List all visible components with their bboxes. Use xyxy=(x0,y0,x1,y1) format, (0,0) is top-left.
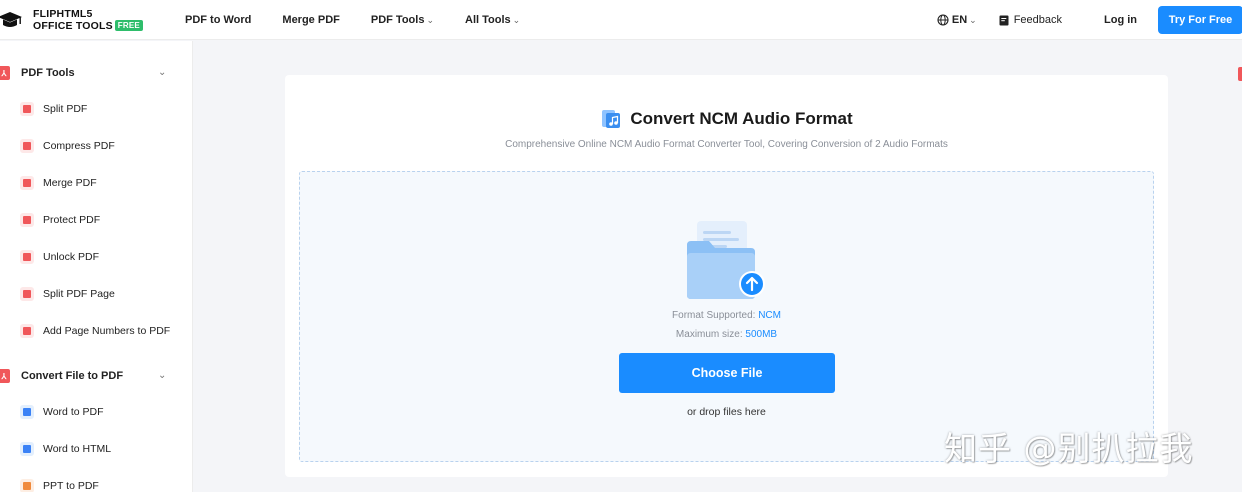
upload-folder-icon xyxy=(687,221,765,299)
logo-name: FLIPHTML5 xyxy=(33,8,93,20)
sidebar-item-split-pdf[interactable]: Split PDF xyxy=(20,99,87,119)
top-navbar: FLIPHTML5 OFFICE TOOLS FREE PDF to Word M… xyxy=(0,0,1242,40)
free-badge: FREE xyxy=(114,20,143,31)
language-label: EN xyxy=(951,14,968,26)
main-nav: PDF to Word Merge PDF PDF Tools ⌄ All Too… xyxy=(185,0,551,40)
nav-pdf-to-word[interactable]: PDF to Word xyxy=(185,14,251,26)
html-icon xyxy=(20,442,34,456)
nav-pdf-tools[interactable]: PDF Tools ⌄ xyxy=(371,14,434,26)
nav-merge-pdf[interactable]: Merge PDF xyxy=(282,14,339,26)
sidebar-section-pdf-tools[interactable]: ⅄ PDF Tools ⌄ xyxy=(0,62,193,84)
max-size-value: 500MB xyxy=(745,329,778,340)
chevron-down-icon: ⌄ xyxy=(426,15,434,25)
chevron-down-icon: ⌄ xyxy=(158,67,167,78)
page-title: Convert NCM Audio Format xyxy=(630,109,853,128)
choose-file-button[interactable]: Choose File xyxy=(619,353,835,393)
format-value: NCM xyxy=(758,310,781,321)
sidebar-section-convert-file-to-pdf[interactable]: ⅄ Convert File to PDF ⌄ xyxy=(0,365,193,387)
language-selector[interactable]: EN ⌄ xyxy=(937,14,977,26)
logo-subtitle: OFFICE TOOLS xyxy=(33,20,113,32)
chevron-down-icon: ⌄ xyxy=(969,14,977,25)
sidebar-item-unlock-pdf[interactable]: Unlock PDF xyxy=(20,247,99,267)
sidebar: ⅄ PDF Tools ⌄ Split PDF Compress PDF Mer… xyxy=(0,41,193,492)
sidebar-item-add-page-numbers[interactable]: Add Page Numbers to PDF xyxy=(20,321,170,341)
pdf-icon: ⅄ xyxy=(0,369,10,383)
sidebar-item-protect-pdf[interactable]: Protect PDF xyxy=(20,210,100,230)
nav-all-tools[interactable]: All Tools ⌄ xyxy=(465,14,520,26)
pdf-icon xyxy=(1238,67,1242,81)
chevron-down-icon: ⌄ xyxy=(158,370,167,381)
feedback-label: Feedback xyxy=(1013,14,1062,26)
drop-hint: or drop files here xyxy=(687,406,766,418)
page-subtitle: Comprehensive Online NCM Audio Format Co… xyxy=(505,139,948,150)
sidebar-item-compress-pdf[interactable]: Compress PDF xyxy=(20,136,115,156)
sidebar-item-word-to-pdf[interactable]: Word to PDF xyxy=(20,402,104,422)
login-link[interactable]: Log in xyxy=(1104,14,1137,26)
sidebar-item-split-pdf-page[interactable]: Split PDF Page xyxy=(20,284,115,304)
globe-icon xyxy=(937,14,949,26)
word-icon xyxy=(20,405,34,419)
split-pdf-icon xyxy=(20,102,34,116)
graduation-cap-icon xyxy=(0,7,23,33)
page-numbers-icon xyxy=(20,324,34,338)
protect-pdf-icon xyxy=(20,213,34,227)
logo[interactable]: FLIPHTML5 OFFICE TOOLS FREE xyxy=(0,4,143,36)
sidebar-item-merge-pdf[interactable]: Merge PDF xyxy=(20,173,97,193)
watermark: 知乎 @别扒拉我 xyxy=(944,429,1194,468)
supported-format: Format Supported: NCM xyxy=(672,310,781,321)
try-for-free-button[interactable]: Try For Free xyxy=(1158,6,1242,34)
converter-card: Convert NCM Audio Format Comprehensive O… xyxy=(285,75,1168,477)
pdf-icon: ⅄ xyxy=(0,66,10,80)
file-dropzone[interactable]: Format Supported: NCM Maximum size: 500M… xyxy=(299,171,1154,462)
sidebar-item-word-to-html[interactable]: Word to HTML xyxy=(20,439,111,459)
chevron-down-icon: ⌄ xyxy=(512,15,521,25)
unlock-pdf-icon xyxy=(20,250,34,264)
header-actions: EN ⌄ Feedback Log in Try For Free xyxy=(937,0,1242,40)
ppt-icon xyxy=(20,479,34,492)
feedback-icon xyxy=(999,15,1009,25)
compress-pdf-icon xyxy=(20,139,34,153)
merge-pdf-icon xyxy=(20,176,34,190)
feedback-link[interactable]: Feedback xyxy=(999,14,1062,26)
music-file-icon xyxy=(602,110,621,128)
split-page-icon xyxy=(20,287,34,301)
sidebar-item-ppt-to-pdf[interactable]: PPT to PDF xyxy=(20,476,99,492)
max-size: Maximum size: 500MB xyxy=(675,329,778,340)
